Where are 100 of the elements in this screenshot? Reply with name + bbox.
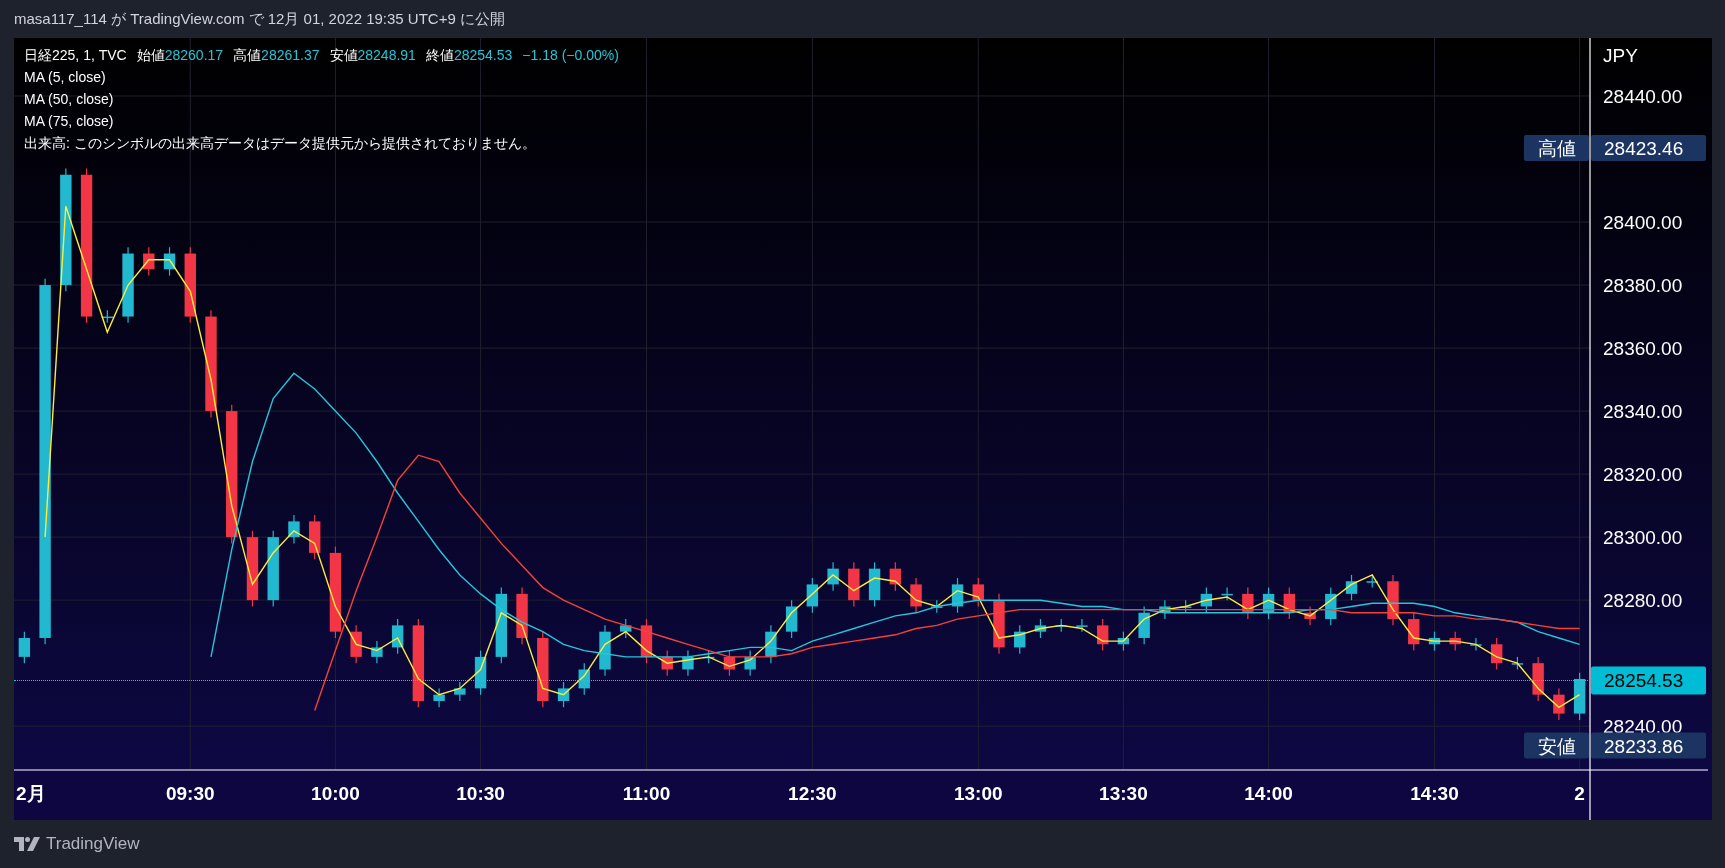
time-tick-label: 13:00 <box>953 783 1003 804</box>
candlestick <box>744 649 756 677</box>
price-tick-label: 28340.00 <box>1603 401 1683 423</box>
candlestick <box>785 599 798 639</box>
candlestick <box>309 514 321 560</box>
price-tick-label: 28440.00 <box>1603 86 1683 107</box>
price-tick-label: 28380.00 <box>1603 275 1683 297</box>
candlestick <box>1449 631 1461 652</box>
candlestick <box>1283 586 1295 620</box>
price-tick-label: 28320.00 <box>1603 464 1683 486</box>
candlestick <box>910 577 922 614</box>
time-tick-label: 11:00 <box>622 783 671 804</box>
price-tick-label: 28280.00 <box>1603 590 1683 612</box>
price-change: −1.18 (−0.00%) <box>522 46 619 65</box>
candlestick <box>1055 618 1067 633</box>
candlestick <box>1200 586 1213 614</box>
candlestick <box>723 649 736 677</box>
time-tick-label: 13:30 <box>1099 783 1148 804</box>
candlestick <box>101 309 113 324</box>
candlestick <box>516 586 528 645</box>
candlestick <box>661 649 673 677</box>
candlestick <box>163 246 176 277</box>
candlestick <box>951 577 964 614</box>
candlestick <box>889 561 901 592</box>
candlestick <box>1014 624 1026 655</box>
candlestick <box>1076 618 1088 633</box>
ohlc-label: 終値 <box>425 46 454 65</box>
high-price-label: 高値 <box>1524 135 1589 162</box>
candlestick <box>288 514 300 545</box>
ohlc-label: 高値 <box>233 46 262 65</box>
candlestick <box>848 561 860 608</box>
candlestick <box>1573 672 1586 721</box>
logo-icon <box>14 837 40 851</box>
time-tick-label: 2月 <box>16 783 46 804</box>
candlestick <box>1511 656 1524 671</box>
candlestick <box>1428 631 1441 652</box>
price-tick-label: 28360.00 <box>1603 338 1683 360</box>
candlestick <box>806 577 819 614</box>
time-tick-label: 10:30 <box>456 783 505 804</box>
publish-info: masa117_114 が TradingView.com で 12月 01, 2022 19:35 UTC+9 に公開 <box>14 9 505 29</box>
candlestick <box>640 618 653 664</box>
candlestick <box>1345 574 1358 601</box>
candlestick <box>1532 656 1544 702</box>
candlestick <box>1470 637 1482 652</box>
indicator-label: MA (5, close) <box>24 68 106 87</box>
candlestick <box>972 577 984 608</box>
candlestick <box>350 624 362 664</box>
volume-note: 出来高: このシンボルの出来高データはデータ提供元から提供されておりません。 <box>24 134 536 153</box>
ohlc-label: 安値 <box>329 46 358 65</box>
candlestick <box>1138 605 1150 645</box>
candlestick <box>1304 605 1316 626</box>
low-price-label: 安値 <box>1524 732 1589 759</box>
candlestick <box>1221 586 1233 601</box>
time-tick-label: 14:00 <box>1244 783 1293 804</box>
indicator-label: MA (50, close) <box>24 90 114 109</box>
time-tick-label: 14:30 <box>1410 783 1459 804</box>
candlestick <box>557 681 570 708</box>
candlestick <box>765 624 777 664</box>
ohlc-label: 始値 <box>136 46 165 65</box>
symbol-title: 日経225, 1, TVC <box>24 46 127 65</box>
candlestick <box>578 662 590 696</box>
currency-label: JPY <box>1603 45 1638 66</box>
candlestick <box>433 687 445 708</box>
candlestick <box>1408 612 1420 652</box>
candlestick <box>371 640 383 664</box>
candlestick <box>1553 687 1565 721</box>
ohlc-value: 28260.17 <box>164 46 224 65</box>
candlestick <box>1262 586 1275 620</box>
candlestick <box>1159 599 1171 620</box>
candlestick <box>454 681 466 702</box>
candlestick <box>1117 631 1130 652</box>
low-price-value: 28233.86 <box>1591 732 1706 759</box>
candlestick <box>1491 637 1503 671</box>
candlestick <box>868 561 881 608</box>
candlestick <box>1325 586 1337 626</box>
candlestick <box>143 246 155 277</box>
time-tick-label: 12:30 <box>788 783 837 804</box>
ohlc-value: 28261.37 <box>261 46 320 65</box>
candlestick <box>474 649 487 696</box>
ohlc-value: 28248.91 <box>357 46 416 65</box>
candlestick <box>931 599 943 614</box>
high-price-value: 28423.46 <box>1591 135 1706 162</box>
candlestick <box>620 618 632 639</box>
candlestick <box>599 624 611 677</box>
candlestick <box>1034 618 1047 639</box>
candlestick <box>993 593 1005 655</box>
time-tick-label: 10:00 <box>311 783 360 804</box>
logo-text: TradingView <box>46 834 140 854</box>
ohlc-value: 28254.53 <box>453 46 513 65</box>
candlestick <box>1387 574 1399 626</box>
indicator-label: MA (75, close) <box>24 112 114 131</box>
candlestick <box>1366 574 1378 589</box>
price-tick-label: 28400.00 <box>1603 212 1683 233</box>
time-tick-label: 09:30 <box>165 783 215 804</box>
candlestick <box>682 649 694 677</box>
candlestick <box>1097 618 1109 652</box>
last-price-value: 28254.53 <box>1591 666 1706 695</box>
time-tick-label: 2 <box>1574 783 1585 804</box>
price-tick-label: 28300.00 <box>1603 527 1683 549</box>
candlestick <box>1242 586 1254 620</box>
